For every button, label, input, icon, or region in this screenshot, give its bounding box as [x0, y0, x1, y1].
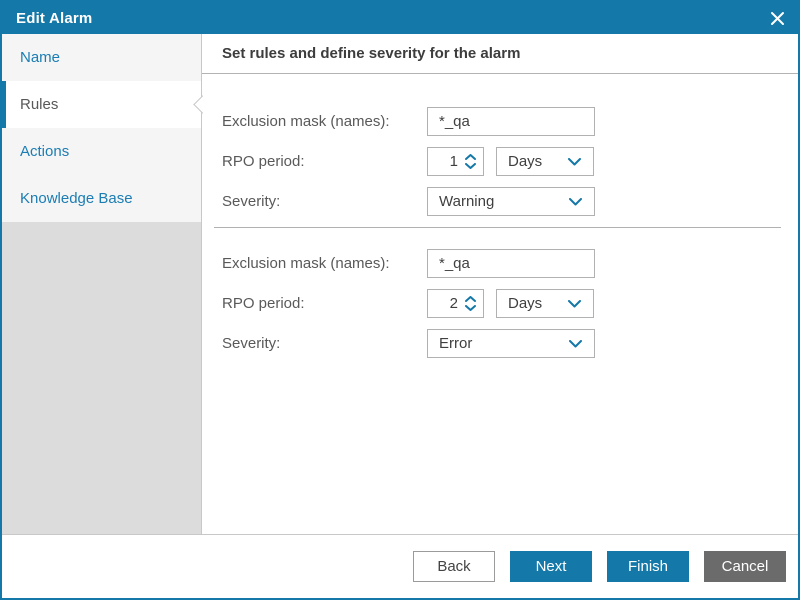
- close-icon[interactable]: [768, 9, 786, 27]
- rpo-unit-value: Days: [508, 295, 542, 312]
- chevron-down-icon: [568, 158, 581, 166]
- chevron-down-icon: [568, 300, 581, 308]
- severity-row: Severity: Warning: [222, 187, 798, 216]
- exclusion-mask-row: Exclusion mask (names):: [222, 249, 798, 278]
- rpo-unit-value: Days: [508, 153, 542, 170]
- severity-value: Warning: [439, 193, 494, 210]
- sidebar-item-knowledge-base[interactable]: Knowledge Base: [2, 175, 201, 222]
- rpo-period-row: RPO period: 1: [222, 147, 798, 176]
- exclusion-mask-label: Exclusion mask (names):: [222, 255, 427, 272]
- severity-value: Error: [439, 335, 472, 352]
- group-divider: [214, 227, 781, 228]
- dialog-title: Edit Alarm: [16, 10, 92, 27]
- severity-row: Severity: Error: [222, 329, 798, 358]
- sidebar-item-name[interactable]: Name: [2, 34, 201, 81]
- severity-dropdown[interactable]: Error: [427, 329, 595, 358]
- rpo-period-row: RPO period: 2: [222, 289, 798, 318]
- rpo-period-label: RPO period:: [222, 295, 427, 312]
- chevron-down-icon: [569, 198, 582, 206]
- rpo-period-spinner[interactable]: 1: [427, 147, 484, 176]
- dialog-body: Name Rules Actions Knowledge Base Set ru…: [2, 34, 798, 534]
- severity-label: Severity:: [222, 193, 427, 210]
- wizard-step-list: Name Rules Actions Knowledge Base: [2, 34, 202, 534]
- sidebar-item-rules[interactable]: Rules: [2, 81, 201, 128]
- back-button[interactable]: Back: [413, 551, 495, 582]
- exclusion-mask-label: Exclusion mask (names):: [222, 113, 427, 130]
- rpo-unit-dropdown[interactable]: Days: [496, 289, 594, 318]
- exclusion-mask-input[interactable]: [427, 249, 595, 278]
- rpo-period-value: 2: [428, 295, 463, 312]
- rpo-period-spinner[interactable]: 2: [427, 289, 484, 318]
- spinner-down-icon[interactable]: [465, 305, 476, 311]
- rpo-unit-dropdown[interactable]: Days: [496, 147, 594, 176]
- rpo-period-label: RPO period:: [222, 153, 427, 170]
- rpo-period-value: 1: [428, 153, 463, 170]
- content-pane: Set rules and define severity for the al…: [202, 34, 798, 534]
- next-button[interactable]: Next: [510, 551, 592, 582]
- chevron-down-icon: [569, 340, 582, 348]
- edit-alarm-dialog: Edit Alarm Name Rules Actions Knowledge …: [0, 0, 800, 600]
- sidebar-filler: [2, 222, 201, 534]
- rules-form: Exclusion mask (names): RPO period: 1: [202, 74, 798, 358]
- dialog-titlebar: Edit Alarm: [2, 2, 798, 34]
- severity-dropdown[interactable]: Warning: [427, 187, 595, 216]
- dialog-footer: Back Next Finish Cancel: [2, 534, 798, 598]
- cancel-button[interactable]: Cancel: [704, 551, 786, 582]
- finish-button[interactable]: Finish: [607, 551, 689, 582]
- sidebar-item-actions[interactable]: Actions: [2, 128, 201, 175]
- spinner-down-icon[interactable]: [465, 163, 476, 169]
- exclusion-mask-row: Exclusion mask (names):: [222, 107, 798, 136]
- spinner-up-icon[interactable]: [465, 296, 476, 302]
- exclusion-mask-input[interactable]: [427, 107, 595, 136]
- severity-label: Severity:: [222, 335, 427, 352]
- spinner-up-icon[interactable]: [465, 154, 476, 160]
- page-title: Set rules and define severity for the al…: [202, 34, 798, 74]
